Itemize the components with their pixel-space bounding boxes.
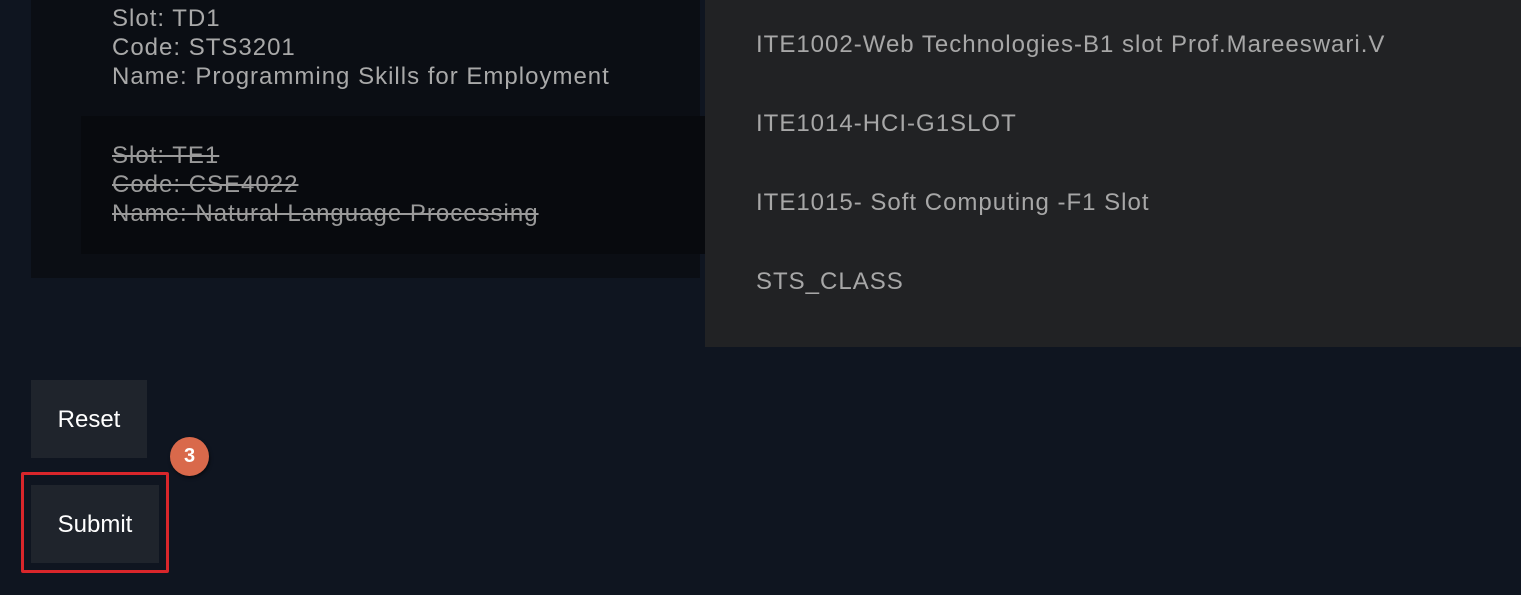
course-name: Name: Programming Skills for Employment: [112, 63, 610, 90]
class-item-ite1015[interactable]: ITE1015- Soft Computing -F1 Slot: [756, 188, 1150, 218]
course-card: Slot: TD1 Code: STS3201 Name: Programmin…: [81, 4, 705, 91]
course-card-dropped: Slot: TE1 Code: CSE4022 Name: Natural La…: [81, 116, 705, 254]
class-list-panel: ITE1002-Web Technologies-B1 slot Prof.Ma…: [705, 0, 1521, 347]
class-item-sts-class[interactable]: STS_CLASS: [756, 267, 904, 297]
class-item-ite1014[interactable]: ITE1014-HCI-G1SLOT: [756, 109, 1017, 139]
course-name: Name: Natural Language Processing: [112, 200, 539, 227]
registered-courses-panel: Slot: TD1 Code: STS3201 Name: Programmin…: [31, 0, 705, 278]
step-badge: 3: [170, 437, 209, 476]
course-code: Code: CSE4022: [112, 171, 299, 198]
course-slot: Slot: TD1: [112, 5, 221, 32]
course-slot: Slot: TE1: [112, 142, 220, 169]
class-item-ite1002[interactable]: ITE1002-Web Technologies-B1 slot Prof.Ma…: [756, 30, 1385, 60]
submit-button[interactable]: Submit: [31, 485, 159, 563]
course-code: Code: STS3201: [112, 34, 296, 61]
reset-button[interactable]: Reset: [31, 380, 147, 458]
page: Slot: TD1 Code: STS3201 Name: Programmin…: [0, 0, 1521, 595]
